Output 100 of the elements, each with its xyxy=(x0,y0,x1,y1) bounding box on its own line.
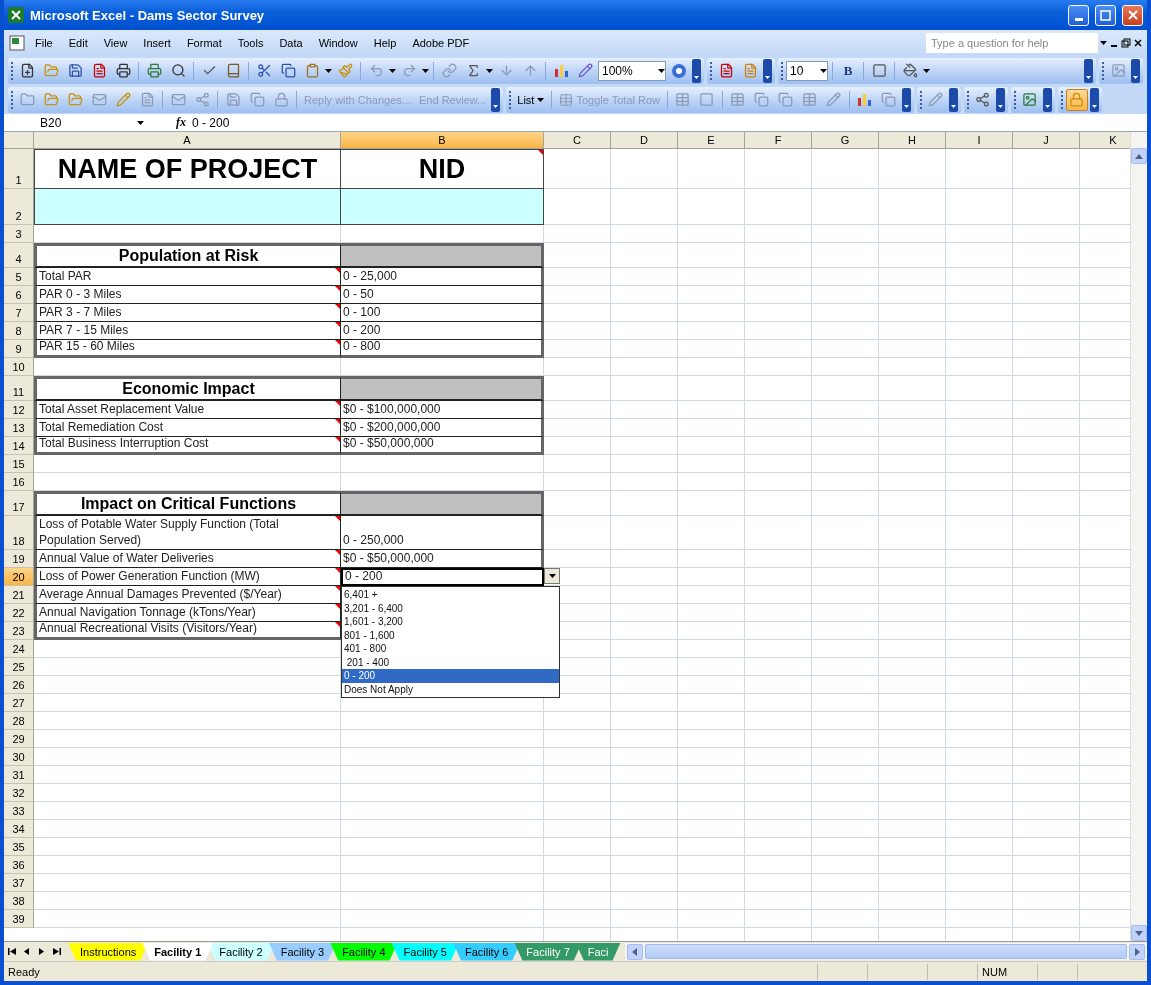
toolbar-grip[interactable] xyxy=(1102,61,1105,80)
row-header[interactable]: 1 xyxy=(4,149,34,189)
toolbar-grip[interactable] xyxy=(11,61,14,80)
horizontal-scrollbar[interactable] xyxy=(624,943,1147,960)
toolbar-grip[interactable] xyxy=(1060,90,1064,109)
dropdown-option[interactable]: 0 - 200 xyxy=(342,669,559,683)
row-header[interactable]: 17 xyxy=(4,491,34,516)
row-header[interactable]: 4 xyxy=(4,243,34,268)
active-cell[interactable]: 0 - 200 xyxy=(341,568,544,586)
column-header[interactable]: J xyxy=(1013,132,1080,149)
zoom-field[interactable]: 100% xyxy=(598,60,666,81)
row-header[interactable]: 20 xyxy=(4,568,34,586)
caret-icon[interactable] xyxy=(820,68,827,73)
row-header[interactable]: 11 xyxy=(4,376,34,401)
last-sheet-icon[interactable] xyxy=(52,948,61,955)
list-caret-icon[interactable] xyxy=(537,97,545,102)
menu-item[interactable]: View xyxy=(96,35,135,51)
row-header[interactable]: 39 xyxy=(4,910,34,928)
column-header[interactable]: K xyxy=(1080,132,1130,149)
row-header[interactable]: 21 xyxy=(4,586,34,604)
close-icon[interactable] xyxy=(1133,38,1143,48)
toolbar-options-icon[interactable] xyxy=(995,87,1005,112)
toolbar-options-icon[interactable] xyxy=(692,58,701,83)
dropdown-option[interactable]: 401 - 800 xyxy=(342,642,559,656)
scroll-right-button[interactable] xyxy=(1129,943,1145,960)
sheet-tab[interactable]: Facility 1 xyxy=(142,942,214,961)
list-button[interactable]: List xyxy=(514,88,548,111)
menu-item[interactable]: Insert xyxy=(136,35,178,51)
caret-icon[interactable] xyxy=(923,68,930,73)
row-header[interactable]: 31 xyxy=(4,766,34,784)
menu-item[interactable]: File xyxy=(28,35,60,51)
menu-item[interactable]: Window xyxy=(311,35,365,51)
row-header[interactable]: 32 xyxy=(4,784,34,802)
previous-sheet-icon[interactable] xyxy=(24,948,29,955)
toolbar-grip[interactable] xyxy=(11,90,14,109)
row-header[interactable]: 10 xyxy=(4,358,34,376)
caret-icon[interactable] xyxy=(486,68,493,73)
dropdown-caret-icon[interactable] xyxy=(548,574,556,578)
restore-icon[interactable] xyxy=(1121,38,1131,48)
row-header[interactable]: 29 xyxy=(4,730,34,748)
menu-item[interactable]: Edit xyxy=(61,35,95,51)
column-header[interactable]: C xyxy=(544,132,611,149)
toolbar-options-icon[interactable] xyxy=(491,87,501,112)
row-header[interactable]: 3 xyxy=(4,225,34,243)
row-header[interactable]: 30 xyxy=(4,748,34,766)
menu-item[interactable]: Adobe PDF xyxy=(405,35,477,51)
toolbar-grip[interactable] xyxy=(509,90,513,109)
row-header[interactable]: 23 xyxy=(4,622,34,640)
bold-button[interactable]: B xyxy=(837,59,859,82)
row-header[interactable]: 18 xyxy=(4,516,34,550)
menu-item[interactable]: Data xyxy=(272,35,310,51)
row-header[interactable]: 16 xyxy=(4,473,34,491)
worksheet-grid[interactable] xyxy=(4,132,1130,941)
dropdown-option[interactable]: 6,401 + xyxy=(342,588,559,602)
toolbar-options-icon[interactable] xyxy=(901,87,911,112)
row-header[interactable]: 15 xyxy=(4,455,34,473)
minimize-button[interactable] xyxy=(1068,4,1089,26)
toolbar-options-icon[interactable] xyxy=(1084,58,1093,83)
sheet-tab[interactable]: Faci xyxy=(575,942,621,961)
row-header[interactable]: 2 xyxy=(4,189,34,225)
column-header[interactable]: B xyxy=(341,132,544,149)
row-header[interactable]: 19 xyxy=(4,550,34,568)
row-header[interactable]: 27 xyxy=(4,694,34,712)
font-size-field[interactable]: 10 xyxy=(786,60,828,81)
row-header[interactable]: 22 xyxy=(4,604,34,622)
row-header[interactable]: 36 xyxy=(4,856,34,874)
row-header[interactable]: 9 xyxy=(4,340,34,358)
input-cell[interactable] xyxy=(341,189,544,225)
function-label[interactable]: fx xyxy=(176,115,186,130)
row-header[interactable]: 24 xyxy=(4,640,34,658)
caret-icon[interactable] xyxy=(422,68,429,73)
toolbar-grip[interactable] xyxy=(781,61,784,80)
formula-field[interactable]: 0 - 200 xyxy=(192,115,230,130)
maximize-button[interactable] xyxy=(1095,4,1116,26)
toolbar-grip[interactable] xyxy=(919,90,923,109)
row-header[interactable]: 28 xyxy=(4,712,34,730)
workbook-icon[interactable] xyxy=(8,34,26,52)
dropdown-option[interactable]: 801 - 1,600 xyxy=(342,628,559,642)
toolbar-options-icon[interactable] xyxy=(763,58,772,83)
column-header[interactable]: F xyxy=(745,132,812,149)
close-button[interactable] xyxy=(1122,4,1143,26)
vertical-scrollbar[interactable] xyxy=(1130,132,1147,941)
dropdown-option[interactable]: Does Not Apply xyxy=(342,682,559,696)
row-header[interactable]: 33 xyxy=(4,802,34,820)
row-header[interactable]: 6 xyxy=(4,286,34,304)
caret-icon[interactable] xyxy=(389,68,396,73)
toolbar-options-icon[interactable] xyxy=(1042,87,1052,112)
column-header[interactable]: A xyxy=(34,132,341,149)
caret-icon[interactable] xyxy=(325,68,332,73)
toolbar-grip[interactable] xyxy=(966,90,970,109)
row-header[interactable]: 14 xyxy=(4,437,34,455)
caret-icon[interactable] xyxy=(658,68,665,73)
row-header[interactable]: 25 xyxy=(4,658,34,676)
toolbar-options-icon[interactable] xyxy=(1089,87,1099,112)
dropdown-option[interactable]: 3,201 - 6,400 xyxy=(342,601,559,615)
row-header[interactable]: 35 xyxy=(4,838,34,856)
input-cell[interactable] xyxy=(34,189,341,225)
column-header[interactable]: I xyxy=(946,132,1013,149)
dropdown-button[interactable] xyxy=(544,568,560,584)
menu-item[interactable]: Format xyxy=(179,35,229,51)
